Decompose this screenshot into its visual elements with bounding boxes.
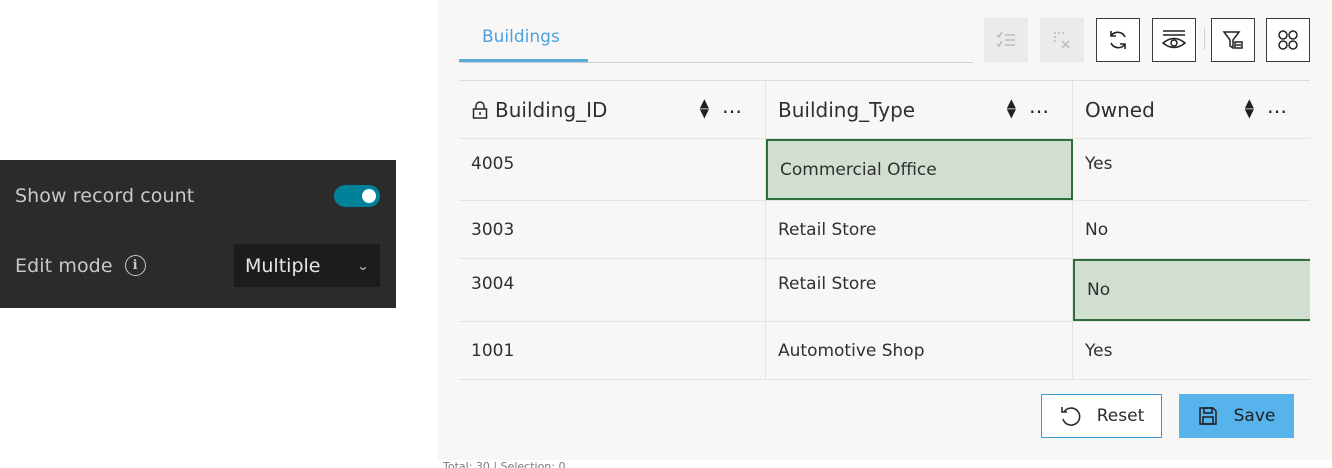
save-button[interactable]: Save: [1179, 394, 1294, 438]
refresh-button[interactable]: [1096, 18, 1140, 62]
column-label: Building_ID: [495, 97, 608, 122]
table-cell[interactable]: Retail Store: [766, 259, 1073, 321]
edit-mode-select[interactable]: Multiple ⌄: [234, 244, 380, 287]
chevron-down-icon: ⌄: [356, 258, 370, 273]
undo-icon: [1060, 407, 1081, 426]
save-label: Save: [1233, 406, 1276, 426]
attribute-table: Building_ID ▲ ▼ … Building_Type ▲ ▼ … Owne…: [459, 80, 1310, 380]
save-icon: [1198, 407, 1217, 425]
table-cell[interactable]: Retail Store: [766, 201, 1073, 258]
sort-icon[interactable]: ▲ ▼: [1245, 97, 1254, 119]
table-cell[interactable]: 4005: [459, 139, 766, 200]
show-record-count-toggle[interactable]: [334, 185, 380, 207]
table-cell[interactable]: No: [1073, 201, 1310, 258]
edit-mode-value: Multiple: [245, 254, 321, 277]
table-cell[interactable]: 3004: [459, 259, 766, 321]
table-cell-selected[interactable]: No: [1073, 259, 1310, 321]
show-hide-eye-icon: [1161, 30, 1187, 49]
table-cell[interactable]: Yes: [1073, 322, 1310, 379]
tab-buildings[interactable]: Buildings: [459, 18, 588, 62]
edit-mode-row: Edit mode i Multiple ⌄: [15, 244, 380, 287]
reset-button[interactable]: Reset: [1041, 394, 1162, 438]
table-row[interactable]: 4005 Commercial Office Yes: [459, 139, 1310, 201]
table-cell[interactable]: 1001: [459, 322, 766, 379]
show-record-count-row: Show record count: [15, 180, 380, 212]
table-cell[interactable]: Automotive Shop: [766, 322, 1073, 379]
table-row[interactable]: 3003 Retail Store No: [459, 201, 1310, 259]
lock-icon: [471, 100, 489, 120]
toolbar-divider: [1204, 28, 1205, 50]
column-header-owned[interactable]: Owned ▲ ▼ …: [1073, 81, 1310, 138]
select-all-icon: [996, 31, 1015, 47]
table-row[interactable]: 3004 Retail Store No: [459, 259, 1310, 322]
info-icon[interactable]: i: [124, 255, 146, 276]
tab-strip: Buildings: [459, 18, 973, 63]
sort-icon[interactable]: ▲ ▼: [700, 97, 709, 119]
column-label: Owned: [1085, 97, 1155, 122]
sort-icon[interactable]: ▲ ▼: [1007, 97, 1016, 119]
table-cell[interactable]: 3003: [459, 201, 766, 258]
column-menu-icon[interactable]: …: [722, 94, 743, 118]
table-row[interactable]: 1001 Automotive Shop Yes: [459, 322, 1310, 380]
select-all-button[interactable]: [984, 18, 1028, 62]
refresh-icon: [1110, 31, 1126, 49]
filter-button[interactable]: [1211, 18, 1255, 62]
filter-icon: [1222, 31, 1243, 50]
settings-panel: Show record count Edit mode i Multiple ⌄: [0, 160, 396, 308]
more-options-grid-icon: [1278, 30, 1298, 50]
edit-mode-label-wrap: Edit mode i: [15, 255, 146, 277]
column-header-building-type[interactable]: Building_Type ▲ ▼ …: [766, 81, 1073, 138]
clear-selection-button[interactable]: [1040, 18, 1084, 62]
reset-label: Reset: [1096, 406, 1145, 426]
record-count-text: Total: 30 | Selection: 0: [443, 460, 566, 468]
table-header-row: Building_ID ▲ ▼ … Building_Type ▲ ▼ … Owne…: [459, 81, 1310, 139]
table-widget: Buildings Building_ID ▲ ▼ … Building_Typ…: [438, 0, 1332, 460]
table-cell[interactable]: Yes: [1073, 139, 1310, 200]
edit-mode-label: Edit mode: [15, 254, 113, 277]
clear-selection-icon: [1054, 32, 1070, 49]
table-cell-selected[interactable]: Commercial Office: [766, 139, 1073, 200]
column-menu-icon[interactable]: …: [1267, 94, 1288, 118]
column-header-building-id[interactable]: Building_ID ▲ ▼ …: [459, 81, 766, 138]
show-hide-button[interactable]: [1152, 18, 1196, 62]
more-options-button[interactable]: [1266, 18, 1310, 62]
column-label: Building_Type: [778, 97, 916, 122]
column-menu-icon[interactable]: …: [1029, 94, 1050, 118]
show-record-count-label: Show record count: [15, 185, 195, 207]
toggle-knob: [362, 189, 376, 203]
